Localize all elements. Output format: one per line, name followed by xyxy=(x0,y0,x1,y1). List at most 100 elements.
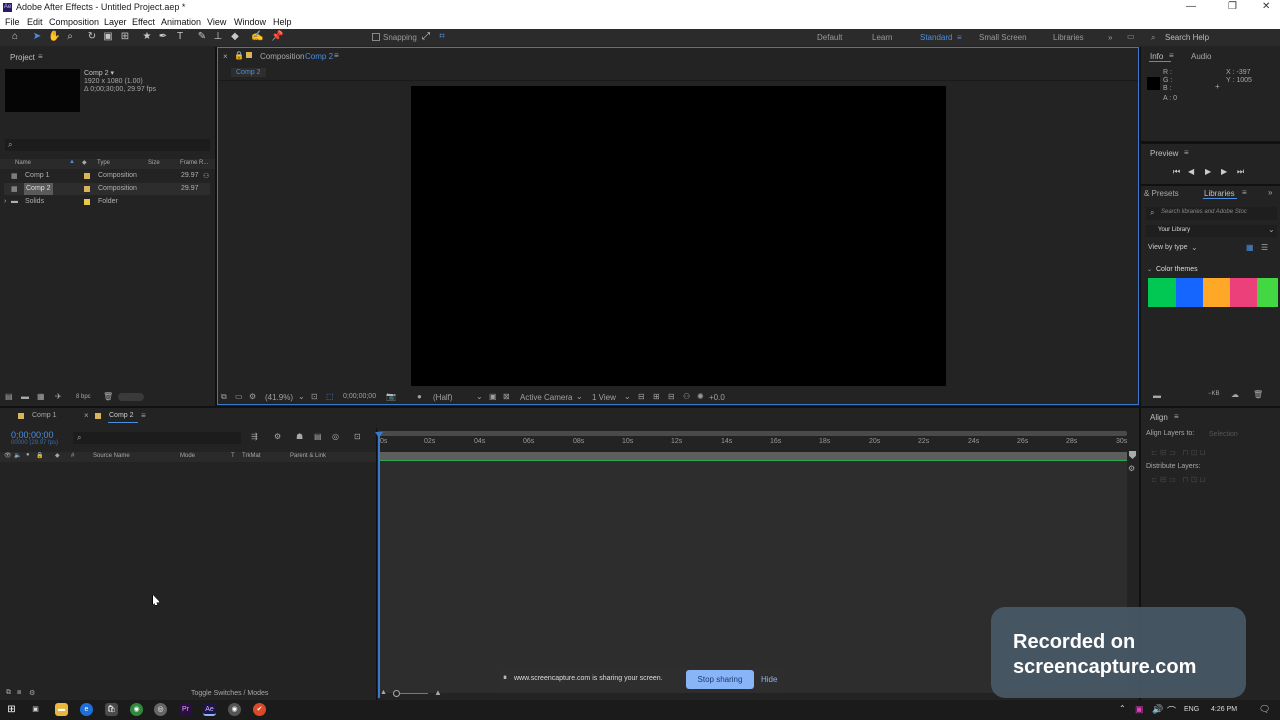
current-time-indicator[interactable] xyxy=(378,434,380,698)
delete-icon[interactable]: 🗑 xyxy=(103,392,113,401)
graph-editor-icon[interactable]: ⊡ xyxy=(354,432,361,441)
panel-menu-icon[interactable]: ≡ xyxy=(334,51,339,60)
close-tab-icon[interactable]: × xyxy=(223,52,228,61)
fit-icon[interactable]: ⊡ xyxy=(311,392,318,401)
align-title[interactable]: Align xyxy=(1150,413,1168,422)
more-workspaces-icon[interactable]: » xyxy=(1108,33,1112,42)
composition-viewer-canvas[interactable] xyxy=(411,86,946,386)
comp-name-label[interactable]: Comp 2 ▾ xyxy=(84,69,114,77)
cloud-icon[interactable]: ☁ xyxy=(1231,390,1239,399)
work-area-end-handle[interactable] xyxy=(1129,451,1136,459)
close-tab-icon[interactable]: × xyxy=(84,411,89,420)
brush-tool-icon[interactable]: ✎ xyxy=(196,31,208,43)
eraser-tool-icon[interactable]: ◆ xyxy=(229,31,241,43)
composition-tab-prefix[interactable]: Composition xyxy=(260,52,304,61)
transfer-controls-icon[interactable]: ⧈ xyxy=(17,689,21,697)
composition-mini-flowchart-icon[interactable]: ⇶ xyxy=(251,432,258,441)
minimize-icon[interactable]: — xyxy=(1186,1,1196,12)
new-composition-icon[interactable]: ▦ xyxy=(37,392,45,401)
preview-title[interactable]: Preview xyxy=(1150,149,1178,158)
app-icon[interactable]: ◎ xyxy=(154,703,167,716)
column-size[interactable]: Size xyxy=(148,160,160,166)
windows-start-icon[interactable]: ⊞ xyxy=(5,703,18,716)
project-item-solids[interactable]: › ▬ Solids Folder xyxy=(4,196,210,208)
file-explorer-icon[interactable]: ▬ xyxy=(55,703,68,716)
draft-3d-icon[interactable]: ⚙ xyxy=(274,432,281,441)
column-mode[interactable]: Mode xyxy=(180,453,195,459)
timeline-tab-comp2[interactable]: Comp 2 xyxy=(109,412,134,419)
delete-icon[interactable]: 🗑 xyxy=(1253,390,1263,399)
snap-grid-icon[interactable]: ⌗ xyxy=(436,31,448,43)
home-icon[interactable]: ⌂ xyxy=(9,31,21,43)
workspace-libraries[interactable]: Libraries xyxy=(1053,33,1084,42)
workspace-menu-icon[interactable]: ≡ xyxy=(957,33,962,42)
eye-icon[interactable]: 👁 xyxy=(4,452,12,459)
theme-color-4[interactable] xyxy=(1230,278,1257,307)
pen-tool-icon[interactable]: ✒ xyxy=(157,31,169,43)
menu-window[interactable]: Window xyxy=(234,17,266,27)
bit-depth-label[interactable]: 8 bpc xyxy=(76,394,91,400)
camera-tool-icon[interactable]: ▣ xyxy=(102,31,114,43)
menu-layer[interactable]: Layer xyxy=(104,17,127,27)
column-source-name[interactable]: Source Name xyxy=(93,453,130,459)
close-icon[interactable]: ✕ xyxy=(1262,1,1270,12)
chevron-down-icon[interactable]: ⌄ xyxy=(476,392,483,401)
zoom-slider-track[interactable] xyxy=(398,693,428,694)
library-search-input[interactable]: ⌕ Search libraries and Adobe Stoc xyxy=(1146,207,1277,220)
zoom-slider-thumb[interactable] xyxy=(393,690,400,697)
system-clock[interactable]: 4:26 PM xyxy=(1211,706,1237,713)
selection-tool-icon[interactable]: ➤ xyxy=(31,31,43,43)
folder-icon[interactable]: ▬ xyxy=(1153,391,1161,400)
exposure-icon[interactable]: ✺ xyxy=(697,392,704,401)
new-folder-icon[interactable]: ▬ xyxy=(21,392,29,401)
zoom-level-dropdown[interactable]: (41.9%) xyxy=(265,393,293,402)
column-name[interactable]: Name xyxy=(15,160,31,166)
tab-effects-presets[interactable]: & Presets xyxy=(1144,189,1179,198)
lock-icon[interactable]: 🔒 xyxy=(234,51,244,60)
library-dropdown[interactable]: Your Library ⌄ xyxy=(1146,225,1277,237)
timeline-timecode[interactable]: 0;00;00;00 xyxy=(11,430,54,440)
align-to-dropdown[interactable]: Selection xyxy=(1205,429,1277,440)
roto-brush-tool-icon[interactable]: ✍ xyxy=(251,31,263,43)
panel-menu-icon[interactable]: ≡ xyxy=(1174,412,1179,421)
timeline-tab-comp1[interactable]: Comp 1 xyxy=(32,412,57,419)
project-item-comp2[interactable]: ▦ Comp 2 Composition 29.97 xyxy=(4,183,210,195)
resolution-dropdown[interactable]: (Half) xyxy=(433,393,453,402)
chrome-icon[interactable]: ◉ xyxy=(130,703,143,716)
tab-audio[interactable]: Audio xyxy=(1191,52,1211,61)
color-channel-icon[interactable]: ● xyxy=(417,392,422,401)
pixel-aspect-icon[interactable]: ⊟ xyxy=(638,392,645,401)
color-themes-heading[interactable]: Color themes xyxy=(1156,266,1198,273)
timeline-icon[interactable]: ⊞ xyxy=(653,392,660,401)
menu-edit[interactable]: Edit xyxy=(27,17,43,27)
view-by-type-dropdown[interactable]: View by type xyxy=(1148,244,1188,251)
flowchart-icon[interactable]: ⚇ xyxy=(203,172,209,180)
work-area-navigator[interactable] xyxy=(378,431,1127,436)
chevron-down-icon[interactable]: ⌄ xyxy=(1147,266,1152,273)
edge-browser-icon[interactable]: e xyxy=(80,703,93,716)
pan-behind-tool-icon[interactable]: ⊞ xyxy=(119,31,131,43)
adjust-icon[interactable]: ✈ xyxy=(55,392,62,401)
sort-ascending-icon[interactable]: ▲ xyxy=(69,159,75,165)
layer-list-area[interactable] xyxy=(0,463,376,693)
workspace-standard[interactable]: Standard xyxy=(920,33,952,42)
label-tag-icon[interactable]: ◆ xyxy=(55,452,60,459)
workspace-small-screen[interactable]: Small Screen xyxy=(979,33,1027,42)
theme-color-5[interactable] xyxy=(1257,278,1278,307)
toggle-transparency-icon[interactable]: ⊠ xyxy=(503,392,510,401)
chevron-down-icon[interactable]: ⌄ xyxy=(1191,243,1198,252)
theme-color-1[interactable] xyxy=(1148,278,1176,307)
fast-preview-icon[interactable]: ▣ xyxy=(489,392,497,401)
snapping-checkbox[interactable] xyxy=(372,33,380,41)
language-indicator[interactable]: ENG xyxy=(1184,706,1199,713)
rotate-tool-icon[interactable]: ↻ xyxy=(86,31,98,43)
flowchart-icon[interactable]: ⚇ xyxy=(683,392,690,401)
tab-libraries[interactable]: Libraries xyxy=(1204,189,1235,198)
column-trkmat[interactable]: TrkMat xyxy=(242,453,260,459)
active-camera-dropdown[interactable]: Active Camera xyxy=(520,393,572,402)
layer-switches-icon[interactable]: ⧉ xyxy=(6,689,11,697)
tray-app-icon[interactable]: ▣ xyxy=(1135,704,1144,715)
expand-icon[interactable]: » xyxy=(1268,188,1272,197)
notification-icon[interactable]: 🗨 xyxy=(1259,704,1270,715)
puppet-tool-icon[interactable]: 📌 xyxy=(271,31,283,43)
